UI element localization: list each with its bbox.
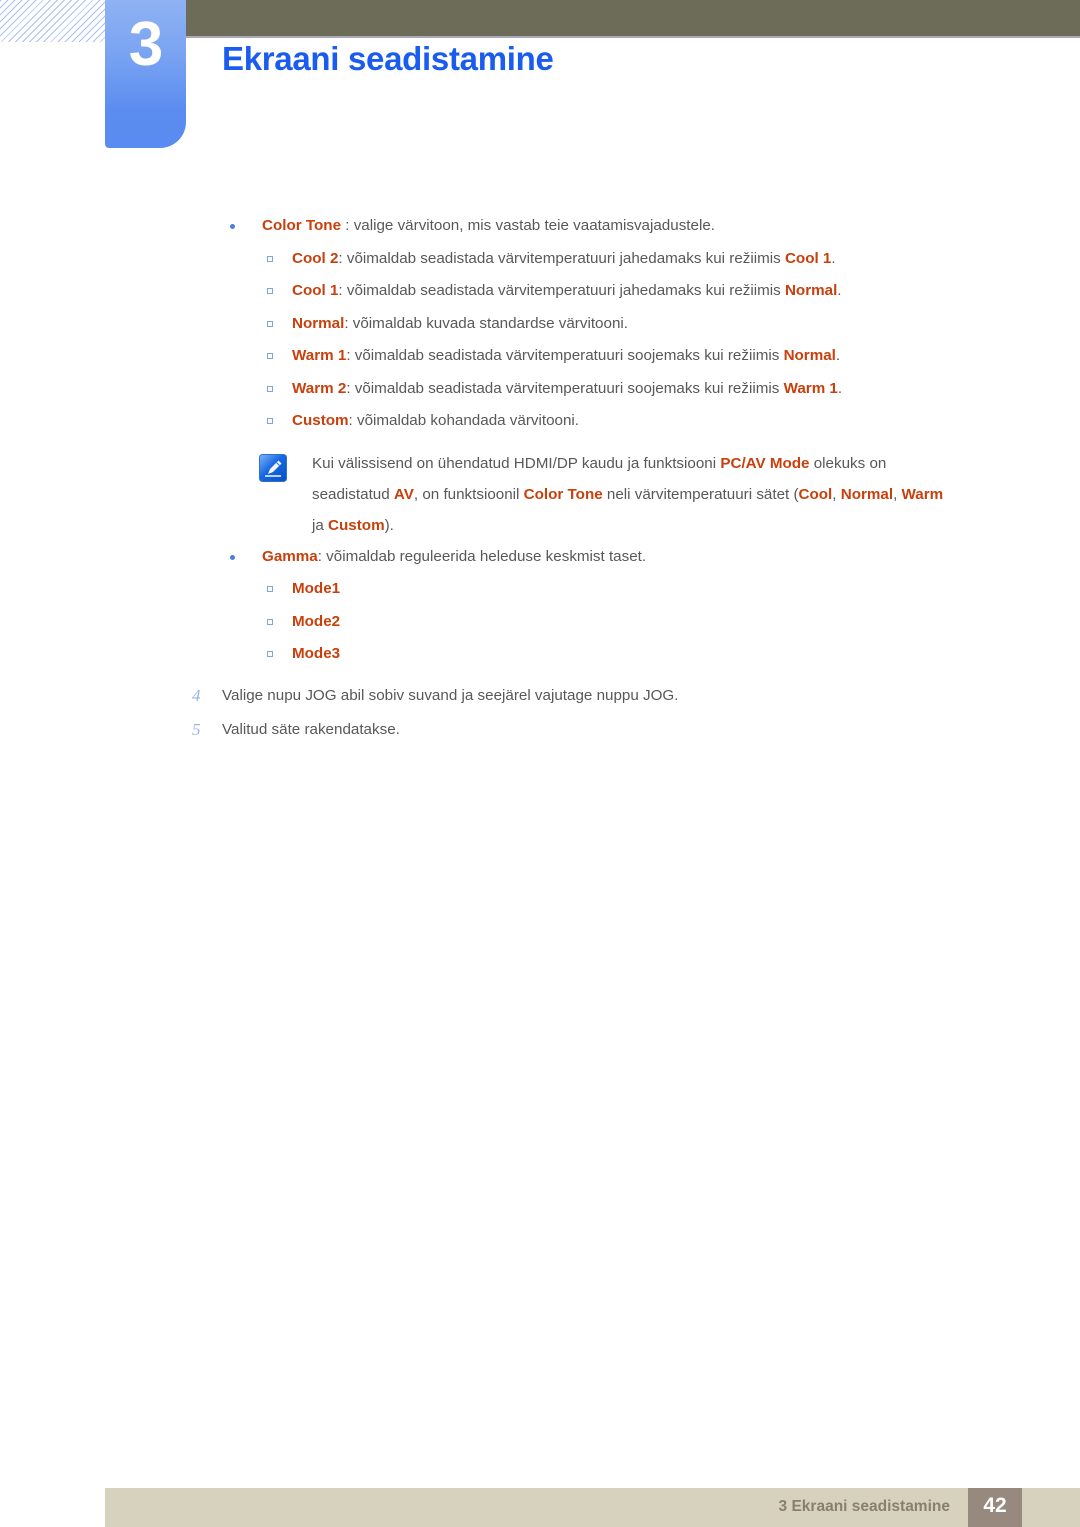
keyword-warm-1: Warm 1 bbox=[292, 347, 347, 364]
warm-2-end: . bbox=[837, 379, 843, 397]
note-line-3-a: ja bbox=[312, 516, 329, 534]
note-line-2-c: neli värvitemperatuuri sätet ( bbox=[602, 485, 799, 503]
note-line-2: seadistatud AV, on funktsioonil Color To… bbox=[312, 479, 1080, 510]
note-line-2-e: , bbox=[893, 485, 902, 503]
list-item-gamma: Gamma: võimaldab reguleerida heleduse ke… bbox=[0, 541, 1080, 574]
list-item-cool-2: Cool 2: võimaldab seadistada värvitemper… bbox=[0, 243, 1080, 276]
list-item-mode2: Mode2 bbox=[0, 606, 1080, 639]
warm-1-description: : võimaldab seadistada värvitemperatuuri… bbox=[346, 347, 784, 364]
step-text: Valige nupu JOG abil sobiv suvand ja see… bbox=[222, 686, 679, 704]
footer-chapter-label: 3 Ekraani seadistamine bbox=[778, 1498, 950, 1515]
keyword-normal: Normal bbox=[292, 314, 345, 332]
keyword-mode2: Mode2 bbox=[292, 612, 341, 630]
keyword-ref-normal-2: Normal bbox=[783, 347, 836, 364]
list-item-warm-2: Warm 2: võimaldab seadistada värvitemper… bbox=[0, 373, 1080, 406]
note-line-2-a: seadistatud bbox=[312, 485, 394, 503]
list-item-color-tone: Color Tone : valige värvitoon, mis vasta… bbox=[0, 210, 1080, 243]
cool-2-description: : võimaldab seadistada värvitemperatuuri… bbox=[338, 249, 785, 267]
bullet-square-icon bbox=[267, 255, 273, 262]
keyword-gamma: Gamma bbox=[262, 547, 318, 565]
cool-1-end: . bbox=[837, 282, 842, 299]
note-line-3-b: ). bbox=[384, 516, 394, 534]
note-pencil-icon bbox=[259, 453, 287, 482]
gamma-description: : võimaldab reguleerida heleduse keskmis… bbox=[317, 547, 647, 565]
header-bar-underline bbox=[186, 36, 1080, 38]
list-item-normal: Normal: võimaldab kuvada standardse värv… bbox=[0, 308, 1080, 341]
bullet-square-icon bbox=[267, 320, 273, 327]
keyword-color-tone: Color Tone bbox=[262, 217, 342, 234]
step-text: Valitud säte rakendatakse. bbox=[222, 720, 400, 738]
bullet-square-icon bbox=[267, 353, 273, 359]
bullet-square-icon bbox=[267, 385, 273, 392]
keyword-cool: Cool bbox=[798, 485, 833, 503]
note-line-1-b: olekuks on bbox=[809, 454, 887, 472]
keyword-av: AV bbox=[393, 485, 414, 503]
note-line-2-d: , bbox=[832, 485, 841, 503]
bullet-square-icon bbox=[267, 618, 273, 625]
note-line-1-a: Kui välissisend on ühendatud HDMI/DP kau… bbox=[312, 454, 721, 472]
keyword-ref-cool-1: Cool 1 bbox=[784, 249, 832, 267]
note-line-1: Kui välissisend on ühendatud HDMI/DP kau… bbox=[312, 448, 1080, 479]
step-number: 5 bbox=[192, 719, 201, 739]
warm-1-end: . bbox=[835, 347, 841, 364]
bullet-dot-icon bbox=[230, 224, 235, 229]
cool-2-end: . bbox=[831, 249, 836, 267]
keyword-ref-normal: Normal bbox=[784, 282, 838, 299]
note-line-2-b: , on funktsioonil bbox=[413, 485, 524, 503]
chapter-number-tab: 3 bbox=[105, 0, 186, 148]
keyword-mode1: Mode1 bbox=[292, 580, 341, 597]
keyword-cool-1: Cool 1 bbox=[292, 282, 339, 299]
list-item-cool-1: Cool 1: võimaldab seadistada värvitemper… bbox=[0, 275, 1080, 308]
keyword-ref-warm-1: Warm 1 bbox=[783, 379, 838, 397]
custom-description: : võimaldab kohandada värvitooni. bbox=[348, 412, 580, 429]
chapter-number: 3 bbox=[128, 10, 163, 79]
list-item-mode1: Mode1 bbox=[0, 573, 1080, 606]
normal-description: : võimaldab kuvada standardse värvitooni… bbox=[344, 314, 628, 332]
keyword-warm: Warm bbox=[901, 485, 944, 503]
main-content: Color Tone : valige värvitoon, mis vasta… bbox=[0, 210, 1080, 747]
bullet-square-icon bbox=[267, 418, 273, 424]
step-number: 4 bbox=[192, 685, 201, 705]
warm-2-description: : võimaldab seadistada värvitemperatuuri… bbox=[346, 379, 784, 397]
decorative-hatch-pattern bbox=[0, 0, 108, 42]
keyword-cool-2: Cool 2 bbox=[292, 249, 339, 267]
header-bar bbox=[186, 0, 1080, 36]
page-number: 42 bbox=[983, 1494, 1007, 1517]
bullet-square-icon bbox=[267, 651, 273, 657]
bullet-square-icon bbox=[267, 586, 273, 592]
keyword-pc-av-mode: PC/AV Mode bbox=[720, 454, 810, 472]
list-item-custom: Custom: võimaldab kohandada värvitooni. bbox=[0, 405, 1080, 438]
keyword-mode3: Mode3 bbox=[292, 645, 341, 662]
bullet-dot-icon bbox=[230, 554, 235, 560]
step-item-5: 5 Valitud säte rakendatakse. bbox=[0, 713, 1080, 747]
list-item-mode3: Mode3 bbox=[0, 638, 1080, 671]
keyword-custom: Custom bbox=[292, 412, 349, 429]
keyword-color-tone-note: Color Tone bbox=[523, 485, 603, 503]
keyword-custom-note: Custom bbox=[328, 516, 385, 534]
step-item-4: 4 Valige nupu JOG abil sobiv suvand ja se… bbox=[0, 679, 1080, 713]
keyword-warm-2: Warm 2 bbox=[292, 379, 347, 397]
list-item-warm-1: Warm 1: võimaldab seadistada värvitemper… bbox=[0, 340, 1080, 373]
cool-1-description: : võimaldab seadistada värvitemperatuuri… bbox=[338, 282, 785, 299]
keyword-normal-note: Normal bbox=[840, 485, 894, 503]
bullet-square-icon bbox=[267, 288, 273, 294]
note-line-3: ja Custom). bbox=[312, 510, 1080, 541]
note-block: Kui välissisend on ühendatud HDMI/DP kau… bbox=[0, 448, 1080, 541]
page-title: Ekraani seadistamine bbox=[222, 40, 554, 77]
color-tone-description: : valige värvitoon, mis vastab teie vaat… bbox=[341, 217, 715, 234]
